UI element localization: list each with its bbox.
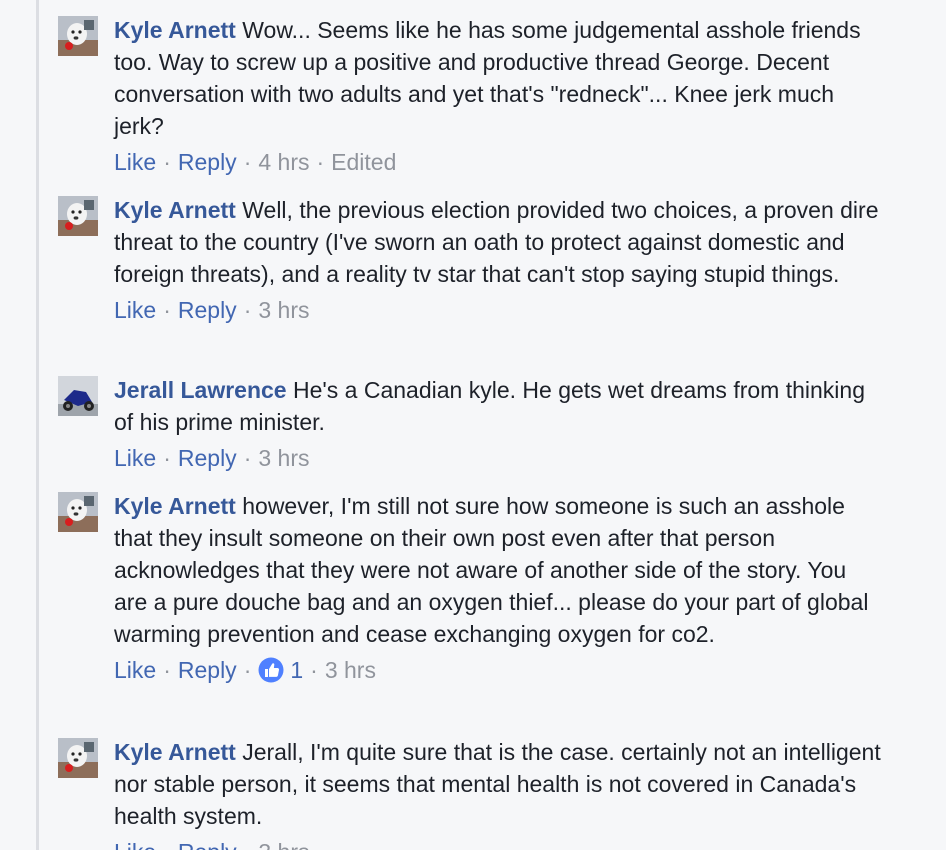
separator-dot: · xyxy=(163,657,171,683)
comment-timestamp[interactable]: 4 hrs xyxy=(258,146,309,178)
separator-dot: · xyxy=(243,657,252,683)
reply-button[interactable]: Reply xyxy=(178,654,237,686)
reply-button[interactable]: Reply xyxy=(178,294,237,326)
like-button[interactable]: Like xyxy=(114,294,156,326)
thumbs-up-icon xyxy=(258,657,284,683)
comment-timestamp[interactable]: 3 hrs xyxy=(325,654,376,686)
profile-photo-motorcycle-icon[interactable] xyxy=(58,376,98,416)
comment-body: Kyle Arnett however, I'm still not sure … xyxy=(114,490,884,650)
separator-dot: · xyxy=(163,836,171,850)
profile-photo-dog-icon[interactable] xyxy=(58,492,98,532)
comment-author-link[interactable]: Jerall Lawrence xyxy=(114,377,287,403)
reply-button[interactable]: Reply xyxy=(178,836,237,850)
separator-dot: · xyxy=(163,445,171,471)
separator-dot: · xyxy=(244,836,252,850)
like-button[interactable]: Like xyxy=(114,146,156,178)
like-button[interactable]: Like xyxy=(114,442,156,474)
comment-thread: Kyle Arnett Wow... Seems like he has som… xyxy=(0,0,946,850)
reply-button[interactable]: Reply xyxy=(178,442,237,474)
comment-author-link[interactable]: Kyle Arnett xyxy=(114,493,236,519)
profile-photo-dog-icon[interactable] xyxy=(58,738,98,778)
edited-label[interactable]: Edited xyxy=(331,146,396,178)
comment-author-link[interactable]: Kyle Arnett xyxy=(114,739,236,765)
separator-dot: · xyxy=(163,149,171,175)
comment-timestamp[interactable]: 3 hrs xyxy=(258,294,309,326)
comment-actions: Like · Reply · 3 hrs xyxy=(114,836,884,850)
comment-body: Jerall Lawrence He's a Canadian kyle. He… xyxy=(114,374,884,438)
separator-dot: · xyxy=(243,297,252,323)
comment-actions: Like · Reply · 3 hrs xyxy=(114,442,884,474)
separator-dot: · xyxy=(243,149,252,175)
comment-body: Kyle Arnett Well, the previous election … xyxy=(114,194,884,290)
comment-timestamp[interactable]: 3 hrs xyxy=(258,836,309,850)
separator-dot: · xyxy=(243,445,252,471)
comment-timestamp[interactable]: 3 hrs xyxy=(258,442,309,474)
separator-dot: · xyxy=(310,657,318,683)
separator-dot: · xyxy=(316,149,325,175)
reply-button[interactable]: Reply xyxy=(178,146,237,178)
comment-content: Jerall Lawrence He's a Canadian kyle. He… xyxy=(114,374,884,474)
comment-content: Kyle Arnett Wow... Seems like he has som… xyxy=(114,14,884,178)
reaction-count-button[interactable]: 1 xyxy=(258,654,303,686)
like-button[interactable]: Like xyxy=(114,654,156,686)
comment-body: Kyle Arnett Wow... Seems like he has som… xyxy=(114,14,884,142)
comment-actions: Like · Reply · 3 hrs xyxy=(114,294,884,326)
thread-rail xyxy=(36,0,39,850)
comment-actions: Like · Reply · 4 hrs · Edited xyxy=(114,146,884,178)
reaction-count: 1 xyxy=(290,657,304,683)
comment-content: Kyle Arnett Well, the previous election … xyxy=(114,194,884,326)
profile-photo-dog-icon[interactable] xyxy=(58,16,98,56)
like-button[interactable]: Like xyxy=(114,836,156,850)
comment-author-link[interactable]: Kyle Arnett xyxy=(114,197,236,223)
comment-content: Kyle Arnett however, I'm still not sure … xyxy=(114,490,884,686)
comment-content: Kyle Arnett Jerall, I'm quite sure that … xyxy=(114,736,884,850)
comment-body: Kyle Arnett Jerall, I'm quite sure that … xyxy=(114,736,884,832)
comment-actions: Like · Reply · 1 · 3 hrs xyxy=(114,654,884,686)
separator-dot: · xyxy=(163,297,171,323)
profile-photo-dog-icon[interactable] xyxy=(58,196,98,236)
comment-author-link[interactable]: Kyle Arnett xyxy=(114,17,236,43)
